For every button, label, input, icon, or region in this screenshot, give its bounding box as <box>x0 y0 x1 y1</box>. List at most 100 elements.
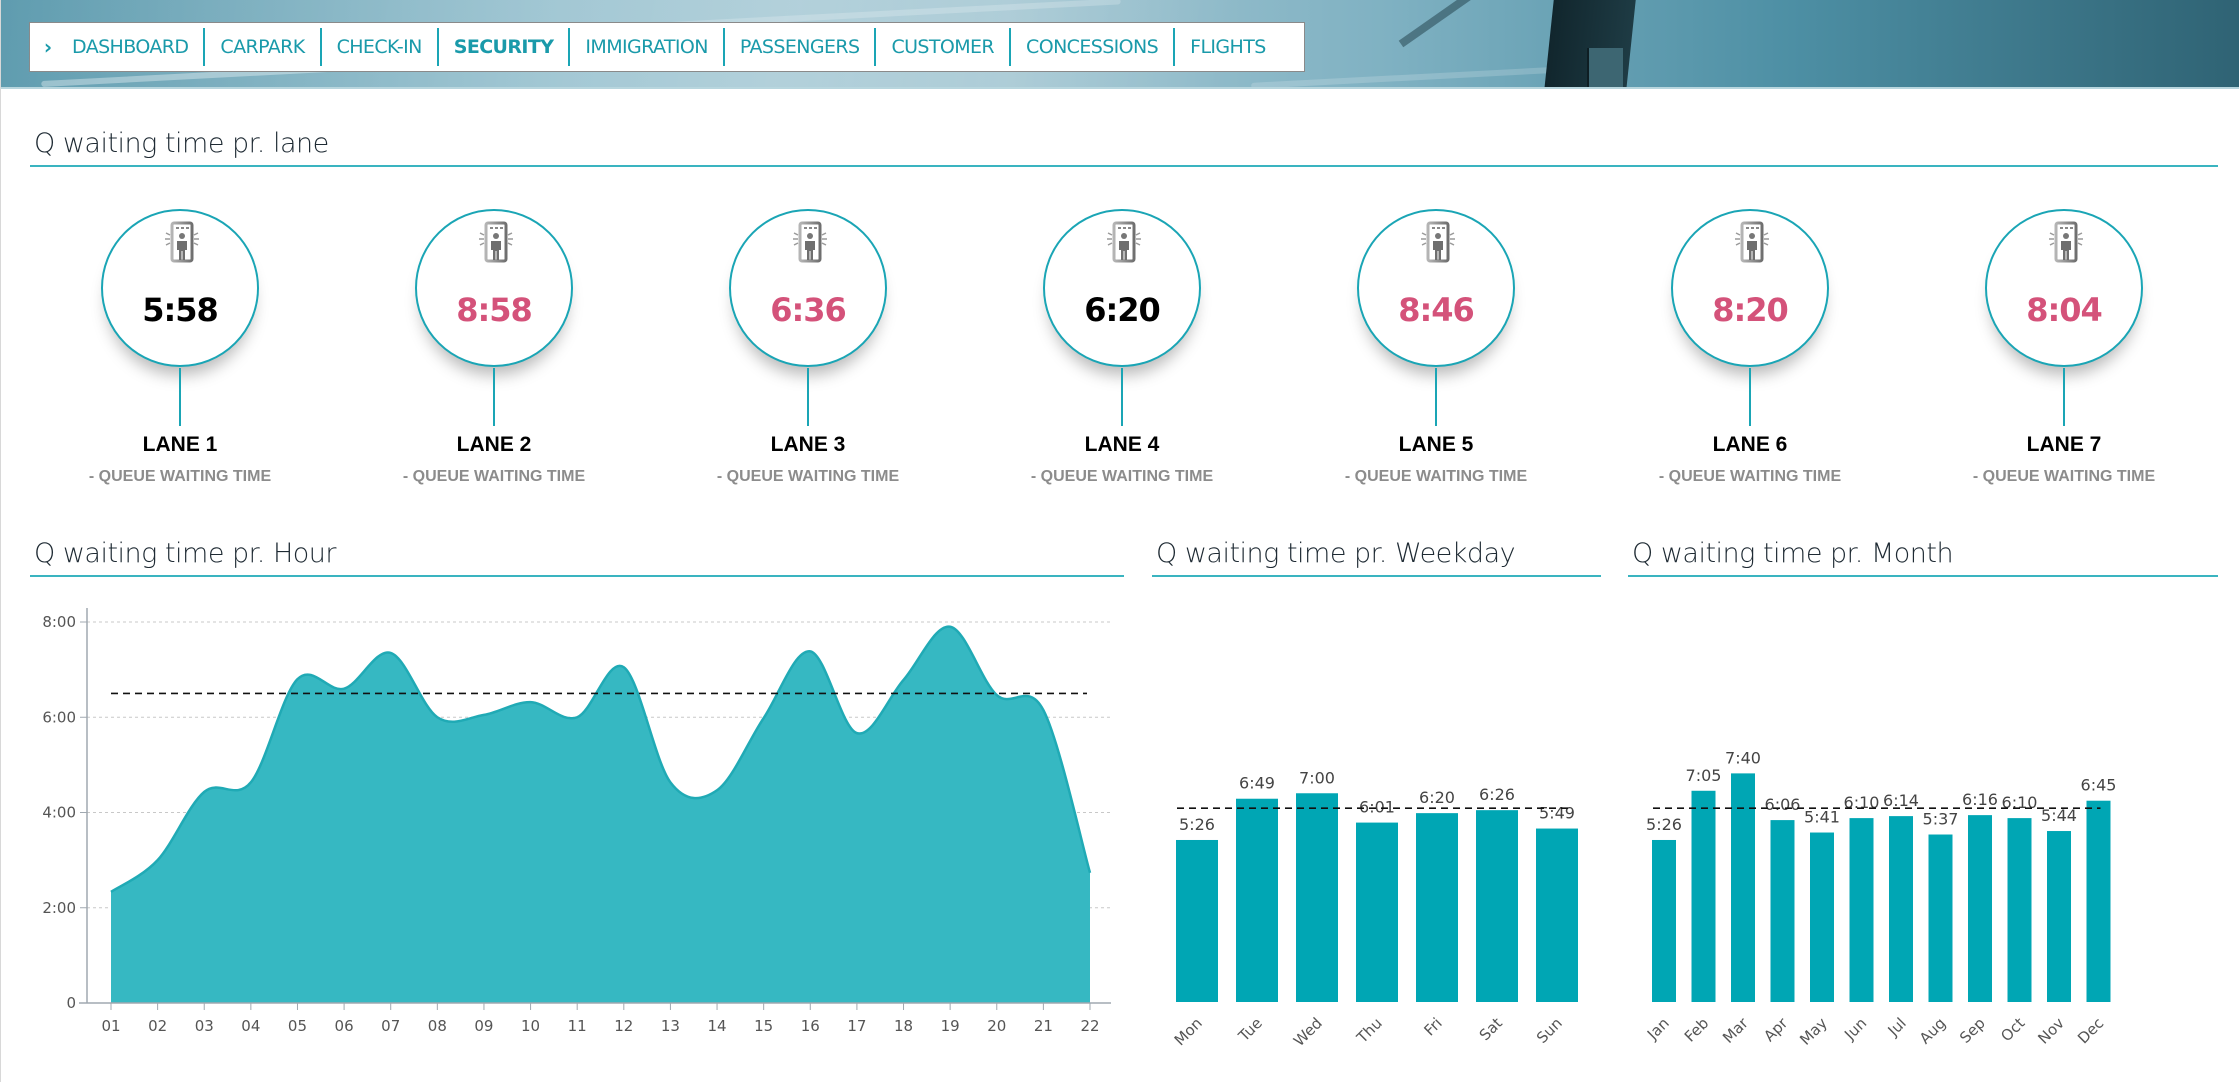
y-tick-label: 6:00 <box>42 708 76 726</box>
bar <box>1416 813 1458 1002</box>
bar <box>1968 815 1992 1002</box>
x-tick-label: 22 <box>1080 1017 1099 1035</box>
lane-card-2[interactable]: 8:58 LANE 2 - QUEUE WAITING TIME <box>341 200 601 500</box>
bar <box>1928 834 1953 1002</box>
lane-card-7[interactable]: 8:04 LANE 7 - QUEUE WAITING TIME <box>1911 200 2171 500</box>
y-tick-label: 0 <box>66 994 76 1012</box>
lane-wait-value: 5:58 <box>142 291 219 329</box>
x-tick-label: 20 <box>987 1017 1006 1035</box>
x-tick-label: Nov <box>2034 1014 2068 1048</box>
x-tick-label: 04 <box>241 1017 260 1035</box>
security-scanner-icon <box>1421 221 1455 263</box>
x-tick-label: 09 <box>474 1017 493 1035</box>
x-tick-label: 13 <box>661 1017 680 1035</box>
hour-chart-svg: 0 2:00 4:00 6:00 8:00 01 02 03 04 05 06 07 08 09 10 11 1… <box>42 608 1111 1035</box>
lane-subtitle: - QUEUE WAITING TIME <box>1344 468 1528 485</box>
bar-value-label: 5:41 <box>1804 808 1840 827</box>
lane-label: LANE 5 <box>1398 433 1474 456</box>
lane-connector-line <box>1121 368 1123 426</box>
bar <box>1236 798 1278 1002</box>
nav-item-customer[interactable]: CUSTOMER <box>876 28 1012 66</box>
x-tick-label: Jun <box>1840 1014 1870 1044</box>
lane-subtitle: - QUEUE WAITING TIME <box>88 468 272 485</box>
lane-card-6[interactable]: 8:20 LANE 6 - QUEUE WAITING TIME <box>1597 200 1857 500</box>
x-tick-label: 15 <box>754 1017 773 1035</box>
security-scanner-icon <box>479 221 513 263</box>
nav-item-security[interactable]: SECURITY <box>439 28 571 66</box>
month-chart-title: Q waiting time pr. Month <box>1628 538 2218 577</box>
nav-item-immigration[interactable]: IMMIGRATION <box>570 28 725 66</box>
lane-card-3[interactable]: 6:36 LANE 3 - QUEUE WAITING TIME <box>655 200 915 500</box>
bar <box>2086 800 2111 1002</box>
weekday-chart-title: Q waiting time pr. Weekday <box>1152 538 1601 577</box>
lane-card-4[interactable]: 6:20 LANE 4 - QUEUE WAITING TIME <box>969 200 1229 500</box>
nav-item-concessions[interactable]: CONCESSIONS <box>1011 28 1176 66</box>
x-tick-label: Mar <box>1719 1014 1752 1047</box>
area-fill <box>111 626 1090 1003</box>
lane-connector-line <box>807 368 809 426</box>
x-tick-label: 02 <box>148 1017 167 1035</box>
lane-label: LANE 2 <box>456 433 532 456</box>
x-tick-label: Aug <box>1916 1014 1949 1047</box>
hour-chart-title: Q waiting time pr. Hour <box>30 538 1124 577</box>
nav-item-dashboard[interactable]: DASHBOARD <box>66 28 206 66</box>
hour-area-chart: 0 2:00 4:00 6:00 8:00 01 02 03 04 05 06 07 08 09 10 11 1… <box>1 600 1121 1060</box>
chevron-right-icon[interactable]: › <box>30 35 66 59</box>
bar <box>1296 793 1338 1002</box>
security-scanner-icon <box>2049 221 2083 263</box>
lane-wait-value: 8:58 <box>456 291 533 329</box>
nav-item-passengers[interactable]: PASSENGERS <box>725 28 877 66</box>
bar <box>1356 822 1398 1002</box>
bar-value-label: 5:49 <box>1539 804 1575 823</box>
x-tick-label: 14 <box>708 1017 727 1035</box>
x-tick-label: May <box>1796 1014 1831 1049</box>
bar-value-label: 6:16 <box>1962 790 1998 809</box>
banner-divider <box>1 87 2239 89</box>
bar-value-label: 5:44 <box>2041 806 2077 825</box>
weekday-chart-svg: 5:26 Mon 6:49 Tue 7:00 Wed 6:01 Thu 6:20 Fri 6:26 S… <box>1171 768 1578 1050</box>
lane-gauge-circle: 8:04 <box>1985 209 2143 367</box>
bar <box>1476 810 1518 1002</box>
lane-card-1[interactable]: 5:58 LANE 1 - QUEUE WAITING TIME <box>27 200 287 500</box>
y-tick-label: 2:00 <box>42 899 76 917</box>
lane-gauge-circle: 6:20 <box>1043 209 1201 367</box>
nav-item-flights[interactable]: FLIGHTS <box>1175 28 1281 66</box>
x-tick-label: 21 <box>1034 1017 1053 1035</box>
bar <box>1691 790 1716 1002</box>
lane-wait-value: 6:20 <box>1084 291 1161 329</box>
bar-value-label: 5:26 <box>1646 815 1682 834</box>
lane-card-5[interactable]: 8:46 LANE 5 - QUEUE WAITING TIME <box>1283 200 1543 500</box>
lane-subtitle: - QUEUE WAITING TIME <box>1030 468 1214 485</box>
bar-value-label: 6:06 <box>1765 795 1801 814</box>
y-tick-label: 8:00 <box>42 613 76 631</box>
bar-value-label: 7:00 <box>1299 768 1335 787</box>
bar-value-label: 7:05 <box>1686 766 1722 785</box>
bar <box>1536 828 1578 1002</box>
x-tick-label: 03 <box>195 1017 214 1035</box>
lane-wait-value: 6:36 <box>770 291 847 329</box>
x-tick-label: 06 <box>335 1017 354 1035</box>
lanes-row: 5:58 LANE 1 - QUEUE WAITING TIME 8:58 LA… <box>29 200 2219 500</box>
banner-plane-fin <box>1587 48 1623 89</box>
nav-item-carpark[interactable]: CARPARK <box>205 28 322 66</box>
lane-label: LANE 6 <box>1712 433 1788 456</box>
x-tick-label: Fri <box>1420 1014 1445 1039</box>
lane-gauge-circle: 6:36 <box>729 209 887 367</box>
bar-value-label: 7:40 <box>1725 748 1761 767</box>
bar-value-label: 6:01 <box>1359 798 1395 817</box>
x-tick-label: Jul <box>1884 1014 1910 1040</box>
x-tick-label: Sat <box>1476 1014 1506 1044</box>
lane-connector-line <box>2063 368 2065 426</box>
security-scanner-icon <box>165 221 199 263</box>
bar-value-label: 5:37 <box>1923 810 1959 829</box>
lane-subtitle: - QUEUE WAITING TIME <box>1658 468 1842 485</box>
x-tick-label: Oct <box>1997 1014 2028 1045</box>
x-tick-label: Jan <box>1643 1014 1673 1044</box>
bar <box>1889 816 1913 1002</box>
lane-label: LANE 3 <box>770 433 846 456</box>
lane-label: LANE 7 <box>2026 433 2102 456</box>
nav-item-check-in[interactable]: CHECK-IN <box>322 28 439 66</box>
lane-gauge-circle: 8:20 <box>1671 209 1829 367</box>
bar-value-label: 6:26 <box>1479 785 1515 804</box>
month-chart-svg: 5:26 Jan 7:05 Feb 7:40 Mar 6:06 Apr 5:41 May 6:10 J… <box>1643 748 2116 1049</box>
